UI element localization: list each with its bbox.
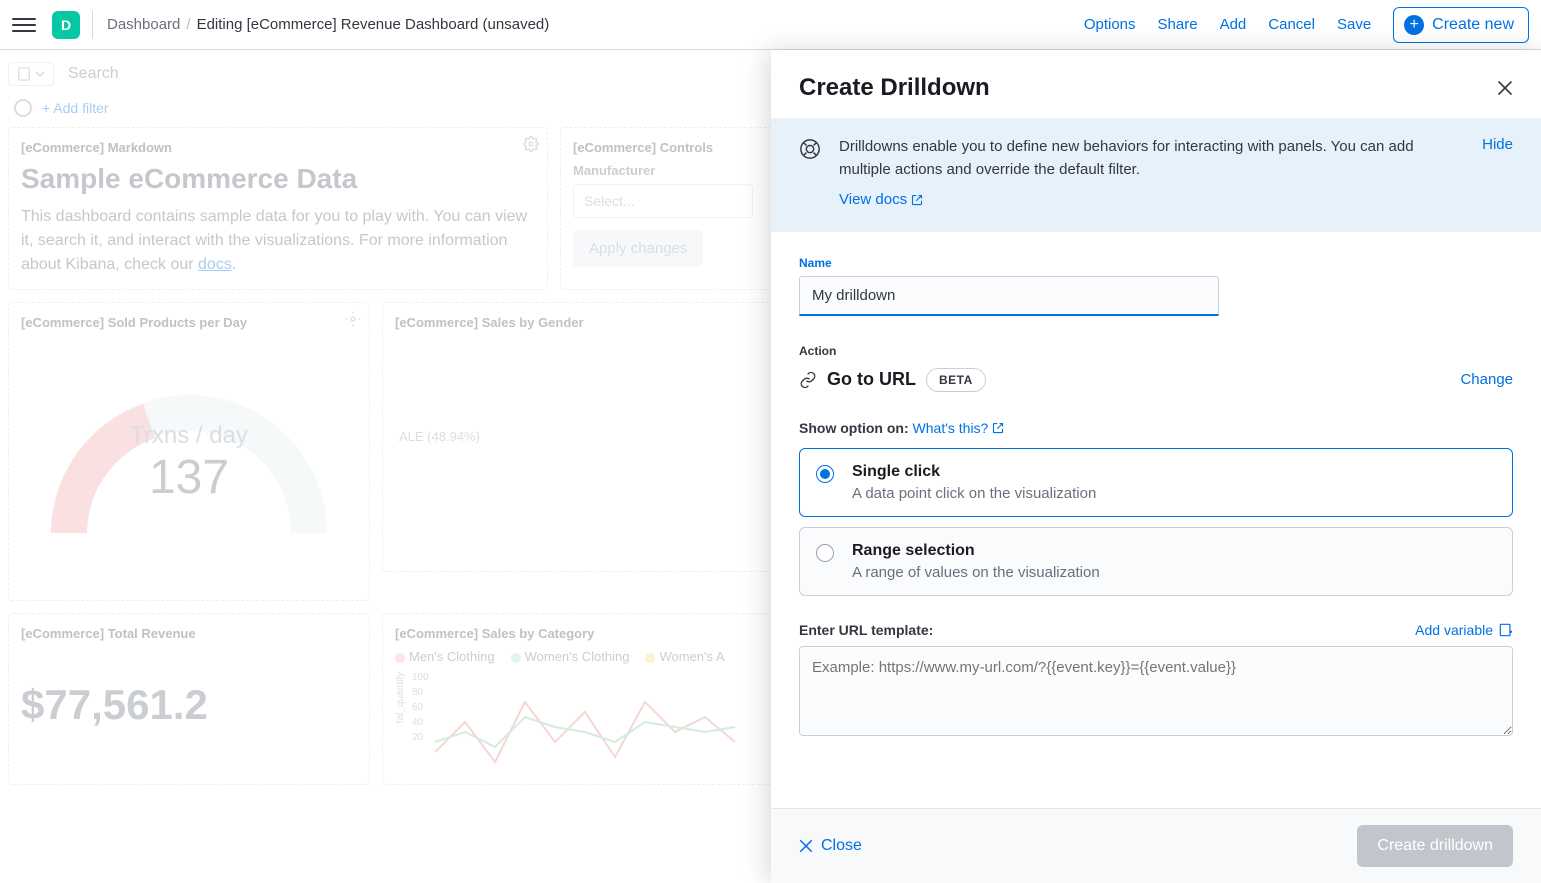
radio-desc: A data point click on the visualization xyxy=(852,485,1096,502)
url-template-input[interactable] xyxy=(799,646,1513,736)
add-filter-link[interactable]: + Add filter xyxy=(42,100,109,116)
info-callout: Drilldowns enable you to define new beha… xyxy=(771,118,1541,232)
panel-markdown: [eCommerce] Markdown Sample eCommerce Da… xyxy=(8,127,548,290)
manufacturer-select[interactable]: Select... xyxy=(573,184,753,218)
radio-desc: A range of values on the visualization xyxy=(852,564,1100,581)
action-label: Action xyxy=(799,344,1513,358)
panel-title: [eCommerce] Total Revenue xyxy=(21,626,357,641)
radio-icon xyxy=(816,544,834,562)
lifebuoy-icon xyxy=(799,138,821,160)
create-new-button[interactable]: + Create new xyxy=(1393,7,1529,43)
gear-icon[interactable] xyxy=(345,622,361,638)
flyout-title: Create Drilldown xyxy=(799,74,990,102)
add-link[interactable]: Add xyxy=(1220,16,1247,33)
app-logo[interactable]: D xyxy=(52,11,80,39)
panel-title: [eCommerce] Sold Products per Day xyxy=(21,315,357,330)
markdown-heading: Sample eCommerce Data xyxy=(21,163,535,195)
markdown-body: This dashboard contains sample data for … xyxy=(21,205,535,277)
breadcrumb-current: Editing [eCommerce] Revenue Dashboard (u… xyxy=(197,16,550,33)
create-new-label: Create new xyxy=(1432,16,1514,34)
gauge-label: Trxns / day xyxy=(130,422,248,450)
external-link-icon xyxy=(911,194,923,206)
create-drilldown-button[interactable]: Create drilldown xyxy=(1357,825,1513,867)
change-action-link[interactable]: Change xyxy=(1460,371,1513,388)
male-label: ALE (48.94%) xyxy=(399,429,480,444)
radio-icon xyxy=(816,465,834,483)
panel-title: [eCommerce] Markdown xyxy=(21,140,535,155)
callout-text: Drilldowns enable you to define new beha… xyxy=(839,138,1414,178)
beta-badge: BETA xyxy=(926,368,986,392)
breadcrumb: Dashboard / Editing [eCommerce] Revenue … xyxy=(107,16,549,33)
save-link[interactable]: Save xyxy=(1337,16,1371,33)
divider xyxy=(92,11,93,39)
filter-icon[interactable] xyxy=(14,99,32,117)
breadcrumb-root[interactable]: Dashboard xyxy=(107,16,180,33)
panel-total-revenue: [eCommerce] Total Revenue $77,561.2 xyxy=(8,613,370,785)
create-drilldown-flyout: Create Drilldown Drilldowns enable you t… xyxy=(771,50,1541,883)
add-variable-link[interactable]: Add variable xyxy=(1415,622,1513,638)
gear-icon[interactable] xyxy=(345,311,361,327)
radio-title: Single click xyxy=(852,463,1096,481)
gauge-value: 137 xyxy=(130,450,248,505)
menu-toggle-icon[interactable] xyxy=(12,13,36,37)
panel-sold-products: [eCommerce] Sold Products per Day Trxns … xyxy=(8,302,370,601)
link-icon xyxy=(799,371,817,389)
radio-title: Range selection xyxy=(852,542,1100,560)
whats-this-link[interactable]: What's this? xyxy=(913,420,1005,436)
url-template-label: Enter URL template: xyxy=(799,622,933,638)
add-variable-icon xyxy=(1499,623,1513,637)
docs-link[interactable]: docs xyxy=(198,256,232,273)
radio-range-selection[interactable]: Range selection A range of values on the… xyxy=(799,527,1513,596)
close-flyout-button[interactable]: Close xyxy=(799,837,862,855)
cancel-link[interactable]: Cancel xyxy=(1268,16,1315,33)
view-docs-link[interactable]: View docs xyxy=(839,189,923,212)
name-label: Name xyxy=(799,256,1513,270)
share-link[interactable]: Share xyxy=(1158,16,1198,33)
radio-single-click[interactable]: Single click A data point click on the v… xyxy=(799,448,1513,517)
external-link-icon xyxy=(992,422,1004,434)
revenue-value: $77,561.2 xyxy=(21,681,357,729)
action-type-name: Go to URL xyxy=(827,369,916,390)
gear-icon[interactable] xyxy=(523,136,539,152)
drilldown-name-input[interactable] xyxy=(799,276,1219,316)
hide-callout-link[interactable]: Hide xyxy=(1482,136,1513,153)
show-option-label: Show option on: xyxy=(799,420,909,436)
saved-query-dropdown[interactable] xyxy=(8,62,54,86)
plus-circle-icon: + xyxy=(1404,15,1424,35)
options-link[interactable]: Options xyxy=(1084,16,1136,33)
breadcrumb-separator: / xyxy=(186,16,190,33)
apply-changes-button[interactable]: Apply changes xyxy=(573,230,703,267)
close-icon[interactable] xyxy=(1497,80,1513,96)
